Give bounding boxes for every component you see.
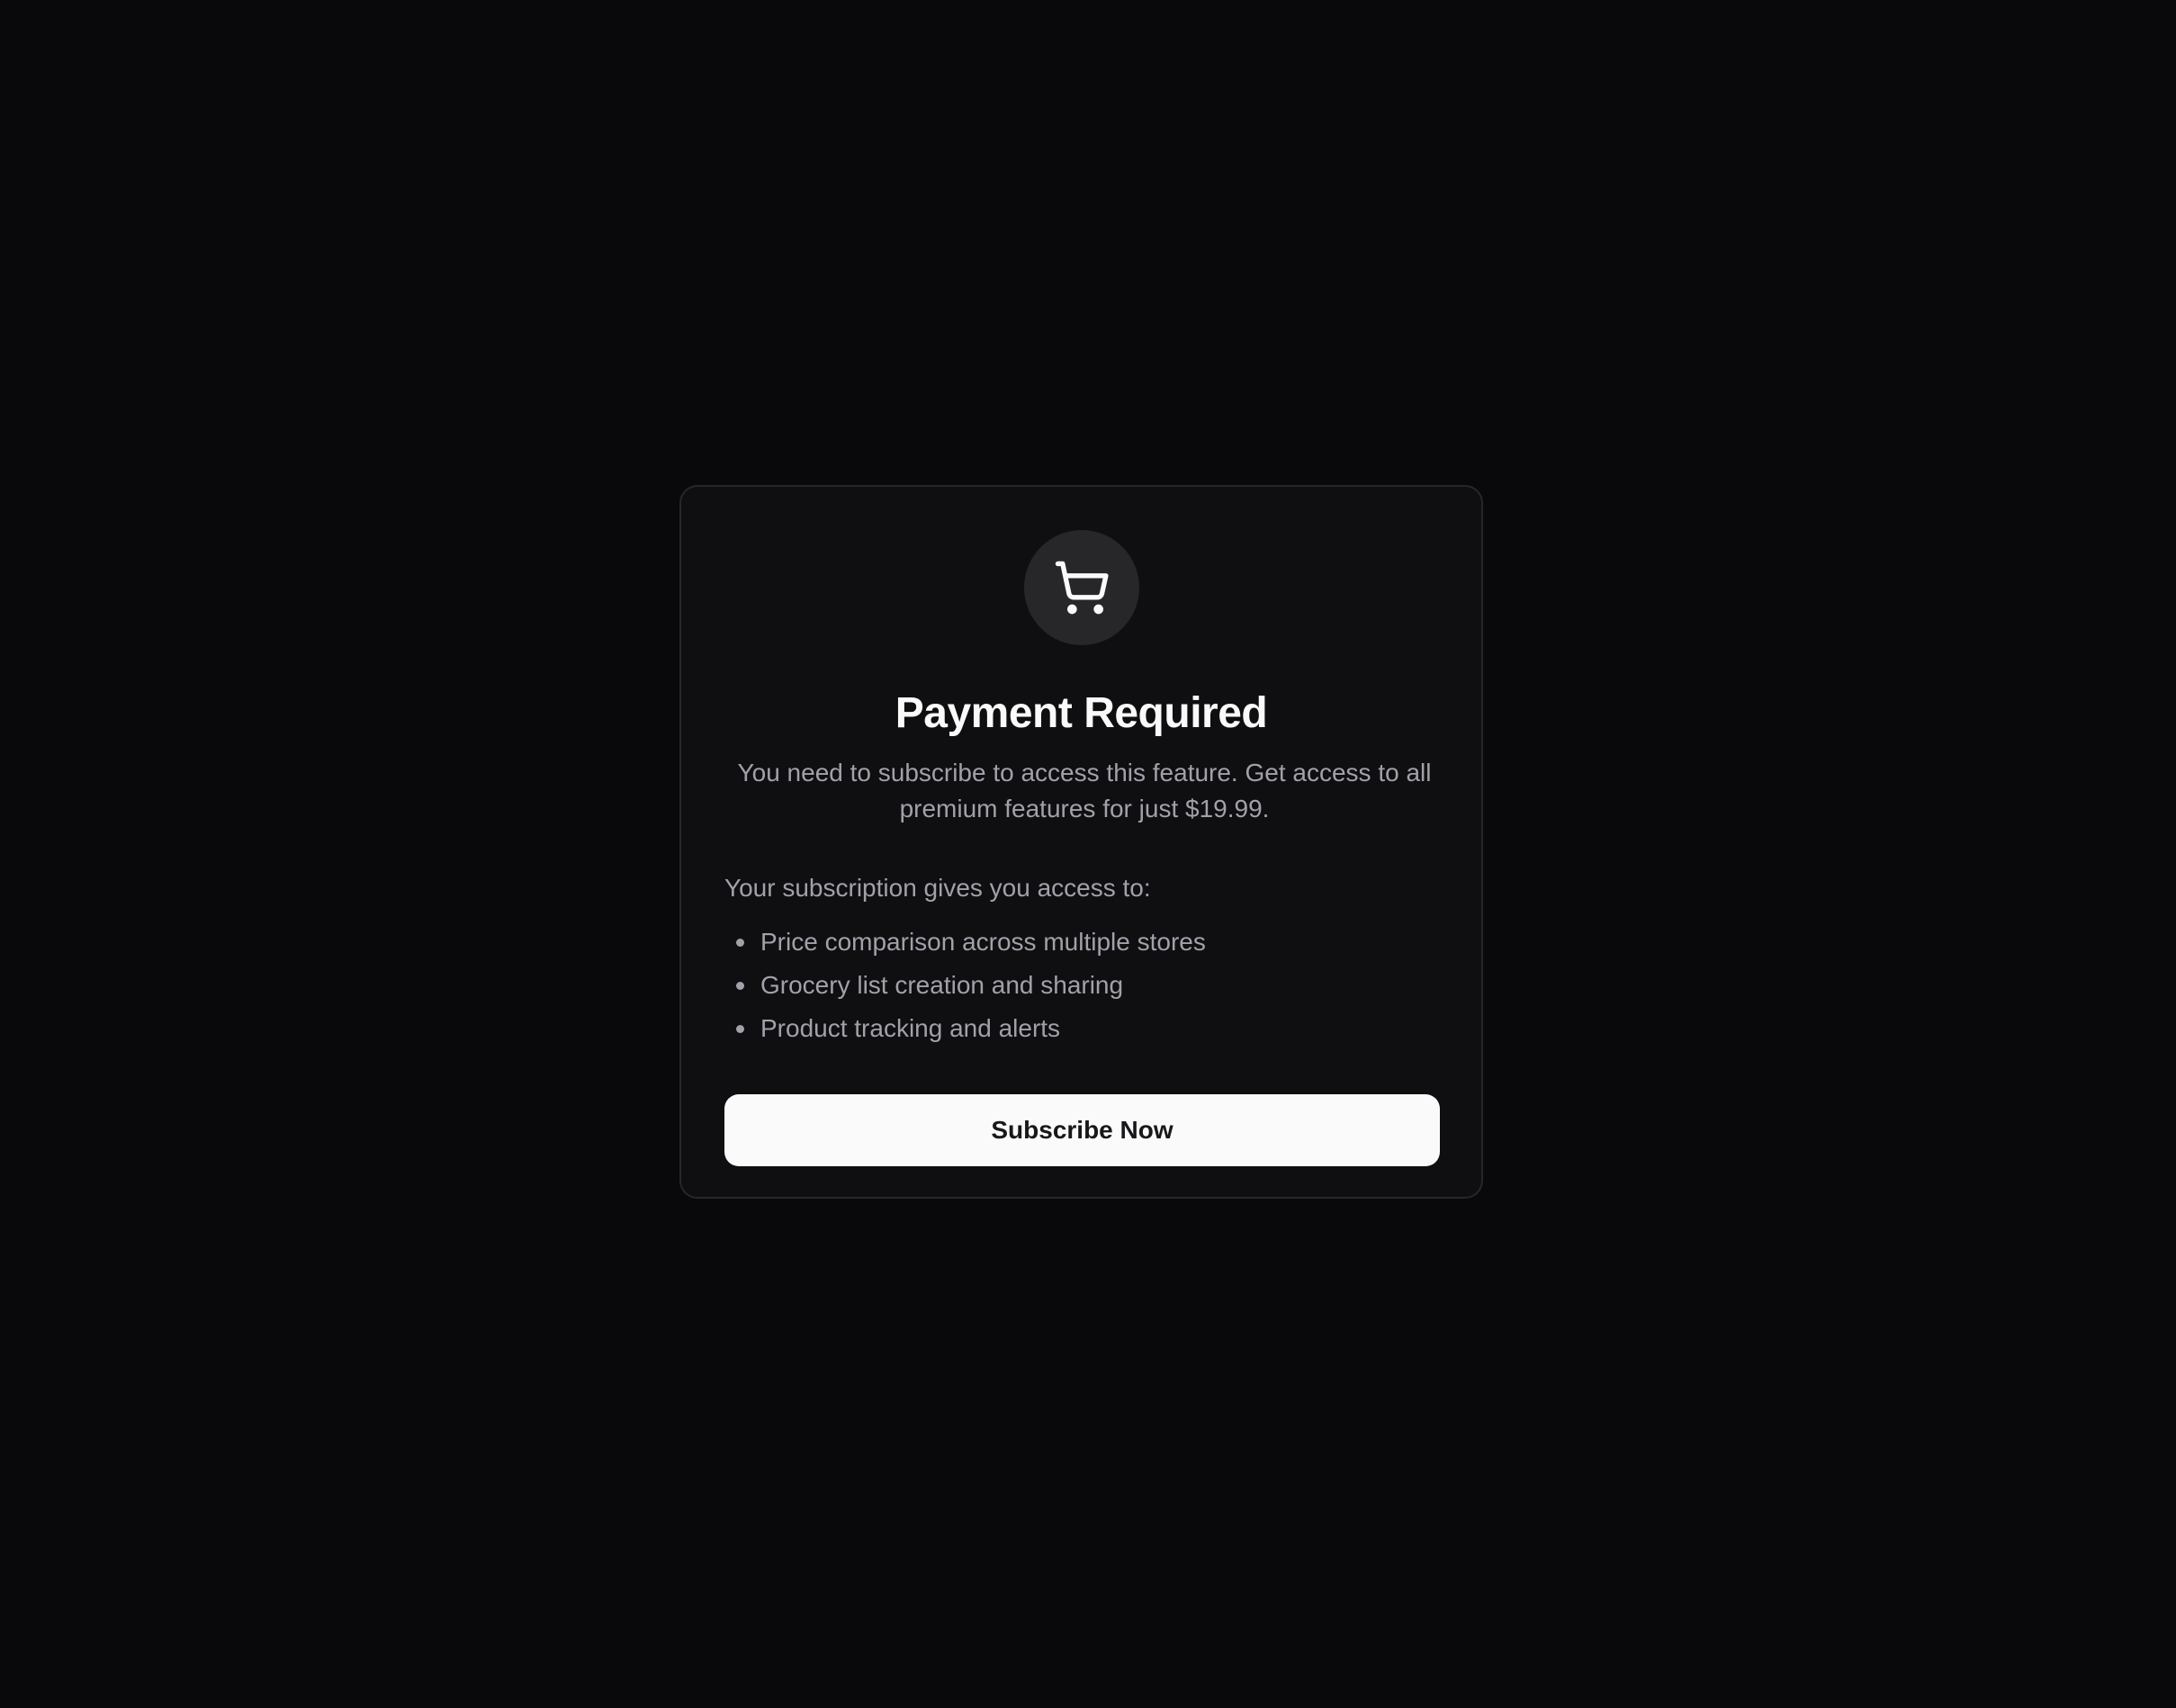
benefit-label: Product tracking and alerts xyxy=(760,1014,1061,1042)
payment-required-card: Payment Required You need to subscribe t… xyxy=(679,485,1483,1199)
page-title: Payment Required xyxy=(895,689,1268,737)
paywall-description: You need to subscribe to access this fea… xyxy=(737,759,1432,823)
bullet-icon xyxy=(736,982,744,990)
page-background: Payment Required You need to subscribe t… xyxy=(0,0,2176,1708)
cart-icon-badge xyxy=(1023,530,1139,645)
benefit-label: Price comparison across multiple stores xyxy=(760,928,1206,956)
list-item: Price comparison across multiple stores xyxy=(724,921,1438,964)
subscribe-button[interactable]: Subscribe Now xyxy=(724,1094,1440,1166)
shopping-cart-icon xyxy=(1055,561,1109,615)
benefits-list: Price comparison across multiple stores … xyxy=(724,921,1438,1050)
bullet-icon xyxy=(736,1025,744,1033)
benefits-heading: Your subscription gives you access to: xyxy=(724,874,1151,902)
list-item: Product tracking and alerts xyxy=(724,1007,1438,1050)
benefit-label: Grocery list creation and sharing xyxy=(760,971,1124,999)
bullet-icon xyxy=(736,939,744,947)
list-item: Grocery list creation and sharing xyxy=(724,964,1438,1007)
